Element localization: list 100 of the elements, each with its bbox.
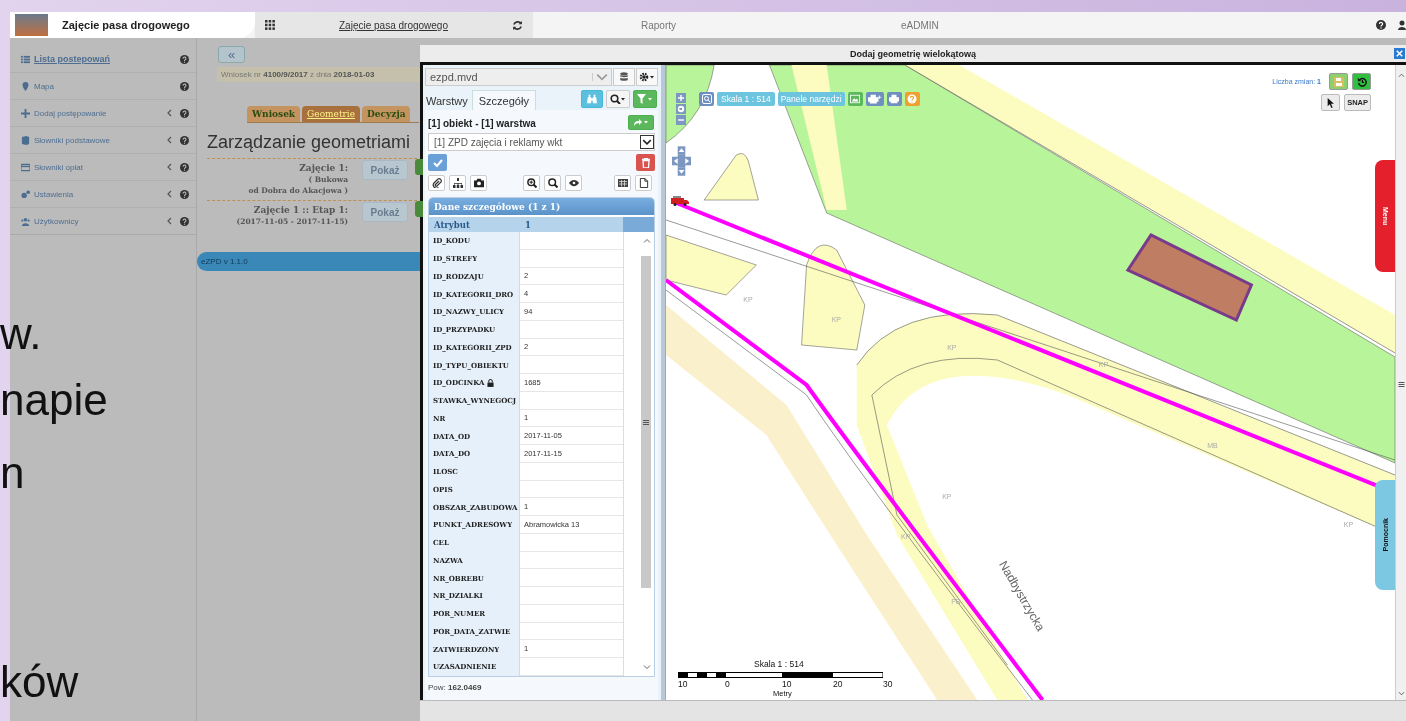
document-button[interactable] [635, 175, 652, 191]
tab[interactable]: Wniosek [247, 106, 301, 122]
slide-text: ków [0, 660, 79, 704]
sidebar-item[interactable]: Lista postepowań [10, 46, 196, 72]
tab[interactable]: Decyzja [362, 106, 411, 122]
object-heading: [1] obiekt - [1] warstwa [428, 117, 536, 129]
nav-link[interactable]: Raporty [641, 19, 676, 31]
eye-icon [568, 178, 579, 188]
menu-item-icon [21, 135, 30, 145]
help-icon[interactable] [180, 189, 189, 199]
slide-text: n [0, 451, 25, 495]
zoom-to-button[interactable] [544, 175, 561, 191]
close-icon[interactable] [1394, 48, 1405, 59]
binoculars-icon [587, 94, 597, 104]
layer-select[interactable]: [1] ZPD zajęcia i reklamy wkt [428, 133, 655, 151]
menu-item-icon [21, 162, 30, 172]
trash-icon [640, 157, 651, 168]
chevron-icon[interactable] [167, 190, 172, 198]
pan-control-icon[interactable] [672, 146, 691, 177]
scale-tick-label: 20 [833, 679, 843, 689]
help-icon[interactable] [180, 162, 189, 172]
hierarchy-button[interactable] [449, 175, 466, 191]
nav-link[interactable]: Zajęcie pasa drogowego [339, 19, 448, 31]
scrollbar[interactable] [623, 232, 654, 676]
scale-badge: Skala 1 : 514 [717, 92, 775, 106]
chevron-icon[interactable] [167, 109, 172, 117]
select-tool-button[interactable] [1321, 94, 1341, 111]
menu-item-icon [21, 108, 30, 118]
column-header: Atrybut [433, 218, 471, 232]
search-button[interactable] [699, 92, 714, 106]
refresh-icon[interactable] [512, 19, 523, 31]
show-button[interactable]: Pokaż [362, 160, 408, 180]
scrollbar-thumb[interactable] [641, 256, 651, 588]
help-icon[interactable] [180, 108, 189, 118]
share-button[interactable] [628, 114, 654, 130]
dialog-title: Dodaj geometrię wielokątową [850, 48, 976, 59]
camera-button[interactable] [470, 175, 487, 191]
help-icon[interactable] [180, 216, 189, 226]
sidebar-item[interactable]: Słowniki opłat [10, 153, 196, 180]
camera-icon [473, 178, 484, 188]
document-icon [638, 178, 649, 188]
database-icon [619, 72, 629, 82]
help-icon[interactable] [180, 135, 189, 145]
chevron-icon[interactable] [167, 136, 172, 144]
zoom-out-icon[interactable] [676, 115, 686, 125]
check-icon [432, 157, 443, 168]
area-text: Pow: 162.0469 [428, 683, 483, 692]
help-icon[interactable] [180, 81, 189, 91]
zoom-in-button[interactable] [523, 175, 540, 191]
zoom-control[interactable] [676, 93, 686, 125]
sidebar-item[interactable]: Ustawienia [10, 180, 196, 207]
request-info: Wniosek nr 4100/9/2017 z dnia 2018-01-03 [217, 67, 420, 82]
tab[interactable]: Szczegóły [471, 90, 536, 110]
sidebar-item[interactable]: Użytkownicy [10, 207, 196, 234]
chevron-icon[interactable] [167, 163, 172, 171]
occupation-title: Zajęcie 1 :: Etap 1: [253, 205, 348, 215]
dropdown-caret-icon [640, 135, 654, 149]
lock-icon [486, 378, 494, 387]
nav-link[interactable]: eADMIN [901, 19, 939, 31]
collapse-button[interactable]: « [218, 46, 245, 63]
grip-icon[interactable] [1397, 382, 1405, 387]
grid-icon[interactable] [265, 20, 275, 30]
tab[interactable]: Warstwy [425, 91, 472, 110]
scale-tick-label: 0 [725, 679, 730, 689]
database-button[interactable] [613, 68, 635, 86]
help-icon[interactable] [1376, 20, 1386, 30]
sidebar-item[interactable]: Mapa [10, 72, 196, 99]
sidebar-item[interactable]: Słowniki podstawowe [10, 126, 196, 153]
zoom-in-icon [526, 178, 537, 188]
show-button[interactable]: Pokaż [362, 202, 408, 222]
history-icon [1356, 76, 1367, 87]
scroll-up-icon[interactable] [1397, 73, 1405, 78]
page-heading: Zarządzanie geometriami [207, 132, 411, 153]
zoom-in-icon[interactable] [676, 93, 686, 103]
table-button[interactable] [614, 175, 631, 191]
scroll-down-icon[interactable] [643, 664, 651, 670]
scale-tick-label: 30 [883, 679, 893, 689]
history-button[interactable] [1352, 73, 1371, 90]
zoom-dropdown-button[interactable] [606, 90, 630, 108]
occupation-title: Zajęcie 1: [299, 163, 348, 173]
scroll-up-icon[interactable] [643, 238, 651, 244]
tab[interactable]: Geometrie [302, 106, 361, 122]
chevron-icon[interactable] [167, 217, 172, 225]
zoom-icon [610, 94, 626, 104]
menu-item-icon [21, 54, 30, 64]
source-select[interactable]: ezpd.mvd [425, 68, 612, 86]
slide-text: napie [0, 378, 108, 422]
user-icon[interactable] [1398, 20, 1406, 30]
view-button[interactable] [565, 175, 582, 191]
attach-button[interactable] [428, 175, 445, 191]
scroll-down-icon[interactable] [1397, 691, 1405, 696]
menu-item-icon [21, 216, 30, 226]
tool-panels-button[interactable]: Panele narzędzi [777, 92, 845, 106]
globe-icon[interactable] [676, 104, 686, 114]
settings-button[interactable] [636, 68, 658, 86]
help-icon[interactable] [180, 54, 189, 64]
printer-icon [889, 94, 900, 104]
details-header: Dane szczegółowe (1 z 1) [429, 198, 654, 215]
delete-button[interactable] [636, 154, 655, 171]
sidebar-item[interactable]: Dodaj postępowanie [10, 99, 196, 126]
